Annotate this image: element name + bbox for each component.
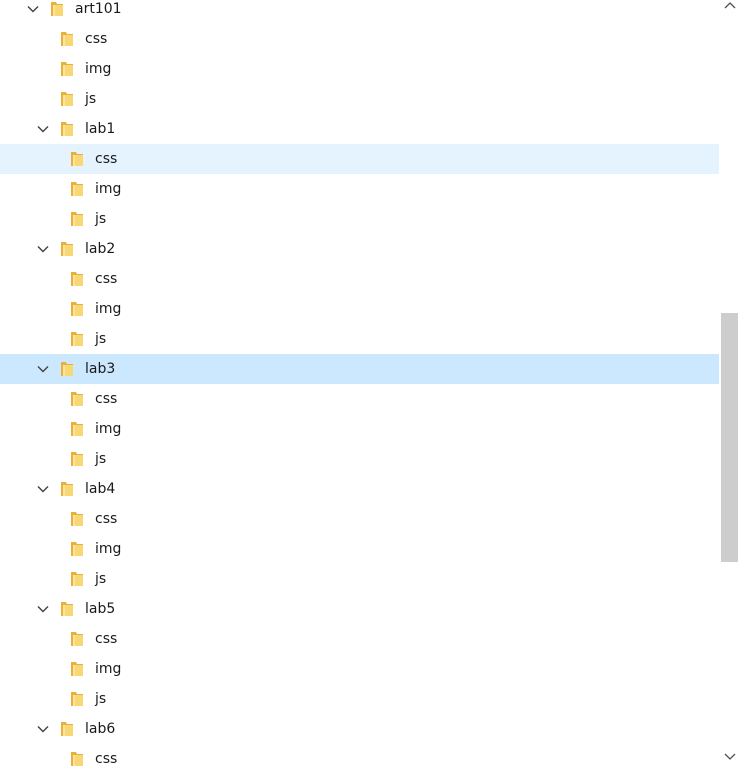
tree-item-label: css bbox=[95, 511, 118, 527]
folder-icon bbox=[69, 510, 85, 528]
chevron-down-icon[interactable] bbox=[27, 3, 39, 15]
tree-item-label: lab2 bbox=[85, 241, 116, 257]
tree-item-css[interactable]: css bbox=[0, 264, 719, 294]
chevron-down-icon[interactable] bbox=[37, 603, 49, 615]
folder-icon bbox=[59, 30, 75, 48]
chevron-down-icon[interactable] bbox=[37, 363, 49, 375]
tree-item-css[interactable]: css bbox=[0, 744, 719, 767]
folder-icon bbox=[69, 270, 85, 288]
tree-item-img[interactable]: img bbox=[0, 54, 719, 84]
tree-item-label: css bbox=[95, 391, 118, 407]
folder-icon bbox=[69, 750, 85, 767]
tree-item-label: css bbox=[95, 751, 118, 767]
tree-item-js[interactable]: js bbox=[0, 84, 719, 114]
tree-item-label: lab3 bbox=[85, 361, 116, 377]
tree-item-lab4[interactable]: lab4 bbox=[0, 474, 719, 504]
folder-icon bbox=[59, 720, 75, 738]
folder-icon bbox=[69, 540, 85, 558]
folder-icon bbox=[69, 570, 85, 588]
vertical-scrollbar[interactable] bbox=[719, 0, 741, 767]
tree-item-lab3[interactable]: lab3 bbox=[0, 354, 719, 384]
tree-item-js[interactable]: js bbox=[0, 684, 719, 714]
folder-icon bbox=[69, 300, 85, 318]
folder-icon bbox=[69, 690, 85, 708]
scroll-up-arrow-icon[interactable] bbox=[724, 0, 736, 10]
tree-item-label: img bbox=[95, 661, 122, 677]
tree-item-img[interactable]: img bbox=[0, 294, 719, 324]
tree-item-label: js bbox=[95, 571, 107, 587]
tree-item-label: js bbox=[95, 211, 107, 227]
tree-item-css[interactable]: css bbox=[0, 504, 719, 534]
tree-item-label: css bbox=[85, 31, 108, 47]
tree-item-label: img bbox=[95, 421, 122, 437]
folder-icon bbox=[59, 90, 75, 108]
folder-icon bbox=[49, 0, 65, 18]
chevron-down-icon[interactable] bbox=[37, 483, 49, 495]
tree-item-css[interactable]: css bbox=[0, 24, 719, 54]
folder-tree: art101 css img js lab1 css img js lab2 css img js la… bbox=[0, 0, 719, 767]
tree-item-label: js bbox=[95, 331, 107, 347]
scrollbar-thumb[interactable] bbox=[721, 313, 738, 562]
tree-item-label: art101 bbox=[75, 1, 122, 17]
folder-icon bbox=[59, 360, 75, 378]
folder-icon bbox=[69, 180, 85, 198]
tree-item-img[interactable]: img bbox=[0, 174, 719, 204]
tree-item-js[interactable]: js bbox=[0, 564, 719, 594]
tree-item-lab1[interactable]: lab1 bbox=[0, 114, 719, 144]
tree-item-lab2[interactable]: lab2 bbox=[0, 234, 719, 264]
tree-item-img[interactable]: img bbox=[0, 534, 719, 564]
folder-icon bbox=[69, 150, 85, 168]
folder-icon bbox=[69, 450, 85, 468]
tree-item-lab6[interactable]: lab6 bbox=[0, 714, 719, 744]
tree-item-label: lab6 bbox=[85, 721, 116, 737]
scroll-down-arrow-icon[interactable] bbox=[724, 752, 736, 762]
tree-item-img[interactable]: img bbox=[0, 654, 719, 684]
tree-item-label: css bbox=[95, 271, 118, 287]
folder-icon bbox=[59, 600, 75, 618]
tree-item-js[interactable]: js bbox=[0, 204, 719, 234]
tree-item-label: img bbox=[95, 181, 122, 197]
folder-icon bbox=[69, 390, 85, 408]
folder-icon bbox=[69, 210, 85, 228]
chevron-down-icon[interactable] bbox=[37, 243, 49, 255]
folder-icon bbox=[59, 240, 75, 258]
tree-item-label: js bbox=[95, 691, 107, 707]
tree-item-label: img bbox=[95, 301, 122, 317]
chevron-down-icon[interactable] bbox=[37, 123, 49, 135]
tree-item-art101[interactable]: art101 bbox=[0, 0, 719, 24]
folder-icon bbox=[69, 660, 85, 678]
tree-item-label: css bbox=[95, 151, 118, 167]
tree-item-js[interactable]: js bbox=[0, 444, 719, 474]
tree-item-js[interactable]: js bbox=[0, 324, 719, 354]
tree-item-label: lab4 bbox=[85, 481, 116, 497]
tree-item-label: css bbox=[95, 631, 118, 647]
folder-icon bbox=[69, 630, 85, 648]
tree-item-lab5[interactable]: lab5 bbox=[0, 594, 719, 624]
tree-item-css[interactable]: css bbox=[0, 384, 719, 414]
tree-item-label: js bbox=[95, 451, 107, 467]
tree-item-label: img bbox=[85, 61, 112, 77]
tree-item-label: js bbox=[85, 91, 97, 107]
tree-item-css[interactable]: css bbox=[0, 624, 719, 654]
tree-item-label: lab1 bbox=[85, 121, 116, 137]
tree-item-img[interactable]: img bbox=[0, 414, 719, 444]
chevron-down-icon[interactable] bbox=[37, 723, 49, 735]
folder-icon bbox=[59, 120, 75, 138]
folder-icon bbox=[59, 480, 75, 498]
tree-item-label: lab5 bbox=[85, 601, 116, 617]
folder-icon bbox=[69, 420, 85, 438]
tree-item-label: img bbox=[95, 541, 122, 557]
folder-icon bbox=[69, 330, 85, 348]
folder-icon bbox=[59, 60, 75, 78]
tree-item-css[interactable]: css bbox=[0, 144, 719, 174]
